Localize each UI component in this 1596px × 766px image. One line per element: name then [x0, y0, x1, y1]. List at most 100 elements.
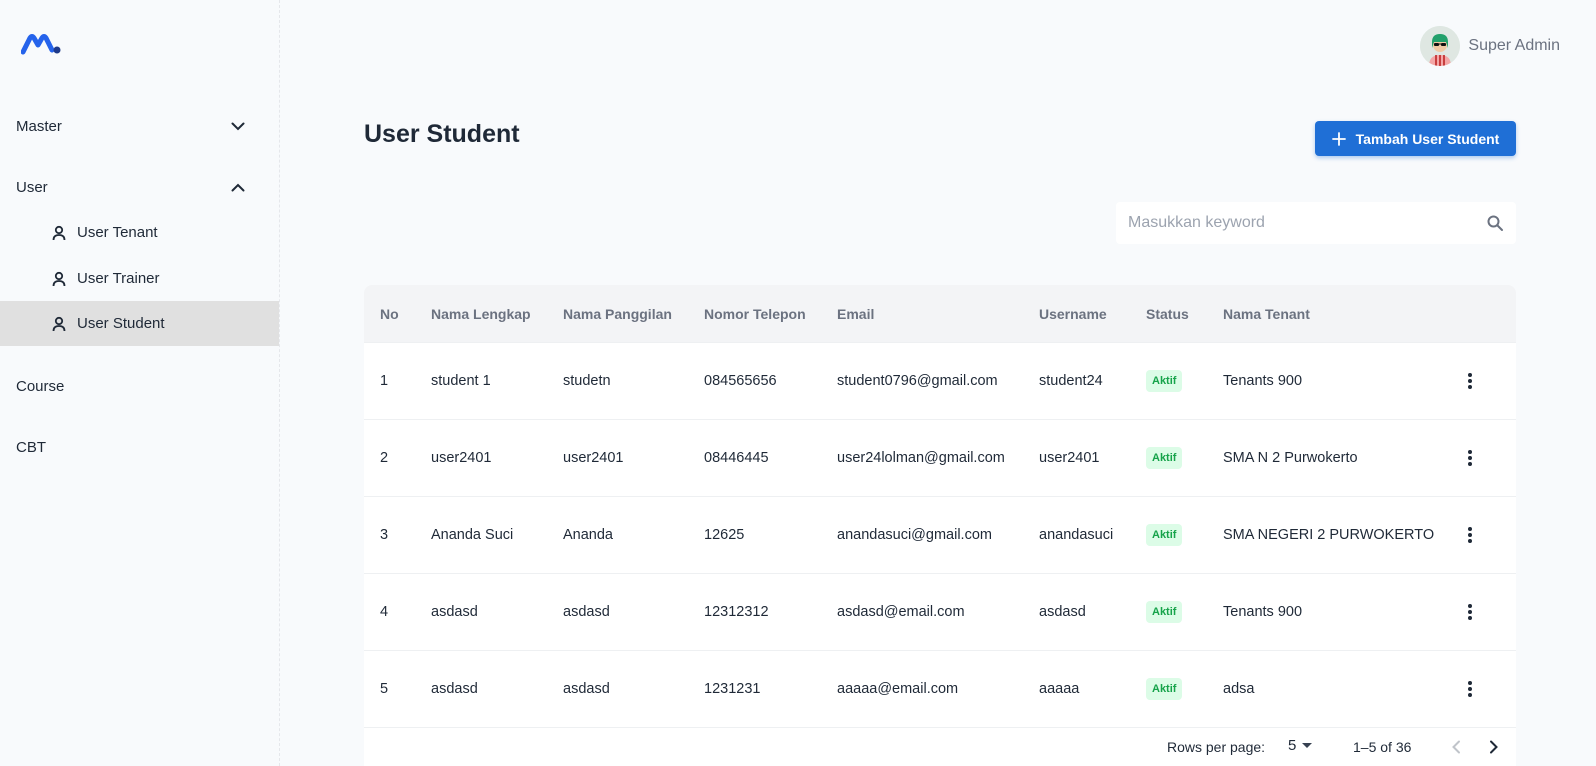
sidebar-group-user[interactable]: User: [0, 164, 279, 210]
sidebar-group-master[interactable]: Master: [0, 103, 279, 149]
table-cell: anandasuci@gmail.com: [837, 497, 992, 573]
rows-per-page-select[interactable]: 5: [1288, 737, 1313, 754]
table-cell: Tenants 900: [1223, 574, 1302, 650]
search-input[interactable]: [1128, 214, 1478, 232]
sidebar-group-label: CBT: [16, 438, 46, 456]
table-cell: anandasuci: [1039, 497, 1113, 573]
chevron-up-icon: [231, 179, 245, 196]
phone-number: 12625: [704, 527, 745, 543]
phone-number: 084565656: [704, 373, 777, 389]
pagination-range: 1–5 of 36: [1353, 739, 1412, 755]
sidebar-group-label: User: [16, 178, 48, 196]
table-cell: Ananda Suci: [431, 497, 513, 573]
user-menu[interactable]: Super Admin: [1420, 26, 1560, 66]
table-cell: asdasd: [1039, 574, 1086, 650]
status-badge: Aktif: [1146, 370, 1183, 392]
column-header[interactable]: Status: [1146, 306, 1189, 322]
next-page-button[interactable]: [1482, 735, 1506, 759]
nickname: Ananda: [563, 527, 613, 543]
sidebar-group-course[interactable]: Course: [0, 363, 279, 409]
table-row[interactable]: 1 student 1 studetn 084565656 student0796@gm…: [364, 342, 1516, 419]
rows-per-page-value: 5: [1288, 737, 1297, 754]
sidebar: Master User User Tenant User Trainer Use…: [0, 0, 280, 766]
status-badge: Aktif: [1146, 678, 1183, 700]
table-row[interactable]: 2 user2401 user2401 08446445 user24lolman@gm…: [364, 419, 1516, 496]
add-user-student-button[interactable]: Tambah User Student: [1315, 121, 1516, 156]
table-cell: Aktif: [1146, 497, 1183, 573]
table-cell: 12312312: [704, 574, 769, 650]
table-cell: 3: [380, 497, 388, 573]
table-cell: 2: [380, 420, 388, 496]
column-header[interactable]: Nama Panggilan: [563, 306, 672, 322]
avatar-icon[interactable]: [1420, 26, 1461, 66]
add-button-label: Tambah User Student: [1355, 130, 1500, 147]
more-vertical-icon[interactable]: [1458, 677, 1482, 701]
sidebar-group-cbt[interactable]: CBT: [0, 424, 279, 470]
tenant-name: Tenants 900: [1223, 604, 1303, 620]
table-cell: 12625: [704, 497, 744, 573]
rows-per-page-label: Rows per page:: [1167, 739, 1266, 755]
table-row[interactable]: 5 asdasd asdasd 1231231 aaaaa@email.com aaaaa…: [364, 650, 1516, 727]
table-cell: Aktif: [1146, 343, 1183, 419]
table-cell: user2401: [1039, 420, 1099, 496]
more-vertical-icon[interactable]: [1458, 446, 1482, 470]
table-row[interactable]: 3 Ananda Suci Ananda 12625 anandasuci@gmail.…: [364, 496, 1516, 573]
column-header[interactable]: Nama Tenant: [1223, 306, 1310, 322]
user-name: Super Admin: [1468, 37, 1560, 54]
table-cell: asdasd: [431, 574, 478, 650]
user-student-table: No Nama Lengkap Nama Panggilan Nomor Tel…: [364, 285, 1516, 766]
table-cell: SMA NEGERI 2 PURWOKERTO: [1223, 497, 1434, 573]
more-vertical-icon[interactable]: [1458, 600, 1482, 624]
sidebar-item-user-trainer[interactable]: User Trainer: [0, 256, 279, 301]
table-cell: aaaaa: [1039, 651, 1079, 727]
column-header[interactable]: Username: [1039, 306, 1107, 322]
nickname: user2401: [563, 450, 624, 466]
prev-page-button[interactable]: [1444, 735, 1468, 759]
table-cell: Aktif: [1146, 420, 1183, 496]
plus-icon: [1331, 131, 1346, 146]
table-cell: user2401: [563, 420, 623, 496]
table-cell: 4: [380, 574, 388, 650]
phone-number: 1231231: [704, 681, 761, 697]
email: aaaaa@email.com: [837, 681, 959, 697]
table-cell: student 1: [431, 343, 491, 419]
email: asdasd@email.com: [837, 604, 965, 620]
table-cell: adsa: [1223, 651, 1254, 727]
table-cell: 1: [380, 343, 388, 419]
row-actions-cell: [1458, 343, 1482, 419]
row-number: 4: [380, 604, 389, 620]
sidebar-item-label: User Tenant: [77, 224, 158, 241]
full-name: asdasd: [431, 604, 478, 620]
more-vertical-icon[interactable]: [1458, 369, 1482, 393]
row-number: 1: [380, 373, 389, 389]
row-actions-cell: [1458, 574, 1482, 650]
row-number: 2: [380, 450, 389, 466]
chevron-down-icon: [231, 118, 245, 135]
table-cell: user24lolman@gmail.com: [837, 420, 1005, 496]
table-cell: asdasd: [431, 651, 478, 727]
status-badge: Aktif: [1146, 601, 1183, 623]
search-icon[interactable]: [1486, 214, 1504, 232]
brand-m-logo-icon[interactable]: [20, 32, 61, 56]
column-header[interactable]: Nomor Telepon: [704, 306, 806, 322]
row-actions-cell: [1458, 420, 1482, 496]
full-name: asdasd: [431, 681, 478, 697]
tenant-name: adsa: [1223, 681, 1255, 697]
username: user2401: [1039, 450, 1100, 466]
more-vertical-icon[interactable]: [1458, 523, 1482, 547]
nickname: studetn: [563, 373, 611, 389]
sidebar-item-user-tenant[interactable]: User Tenant: [0, 210, 279, 255]
column-header[interactable]: No: [380, 306, 399, 322]
tenant-name: SMA N 2 Purwokerto: [1223, 450, 1358, 466]
table-row[interactable]: 4 asdasd asdasd 12312312 asdasd@email.com asd…: [364, 573, 1516, 650]
table-cell: user2401: [431, 420, 491, 496]
table-cell: 1231231: [704, 651, 760, 727]
phone-number: 12312312: [704, 604, 769, 620]
sidebar-item-user-student[interactable]: User Student: [0, 301, 279, 346]
row-number: 3: [380, 527, 389, 543]
column-header[interactable]: Email: [837, 306, 874, 322]
table-cell: student0796@gmail.com: [837, 343, 998, 419]
tenant-name: SMA NEGERI 2 PURWOKERTO: [1223, 527, 1435, 543]
column-header[interactable]: Nama Lengkap: [431, 306, 531, 322]
username: anandasuci: [1039, 527, 1114, 543]
